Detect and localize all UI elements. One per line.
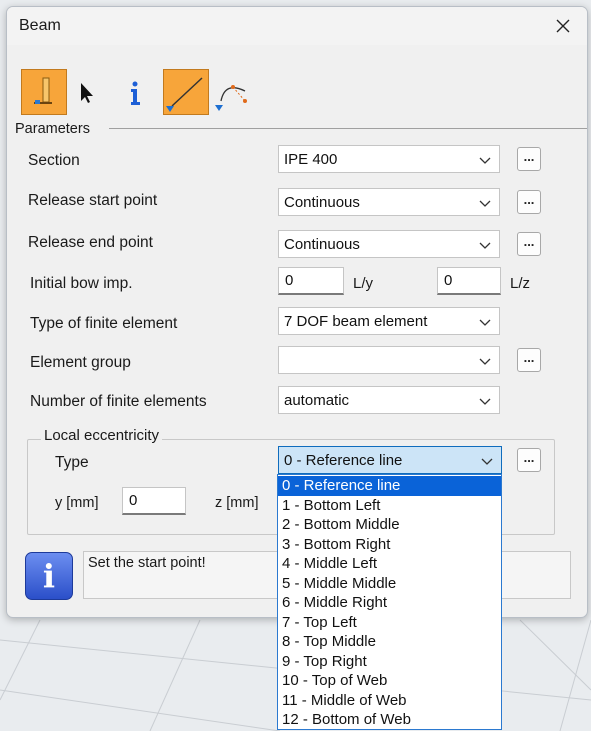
dropdown-option[interactable]: 8 - Top Middle: [278, 632, 501, 652]
parameters-legend: Parameters: [15, 121, 90, 137]
bow-y-unit: L/y: [353, 275, 374, 292]
dropdown-option-label: 8 - Top Middle: [282, 633, 376, 650]
fe-count-label: Number of finite elements: [30, 393, 207, 410]
dropdown-option[interactable]: 10 - Top of Web: [278, 671, 501, 691]
chevron-down-icon: [479, 157, 491, 164]
fe-count-combo[interactable]: automatic: [278, 386, 500, 414]
release-start-label: Release start point: [28, 192, 158, 209]
eccentricity-type-label: Type: [55, 454, 89, 471]
dropdown-option-label: 1 - Bottom Left: [282, 496, 381, 514]
message-text: Set the start point!: [88, 555, 206, 571]
element-group-label: Element group: [30, 354, 131, 371]
info-message-icon: i: [25, 552, 73, 600]
beam-tool-icon[interactable]: [21, 69, 67, 115]
dropdown-option-label: 2 - Bottom Middle: [282, 516, 400, 533]
dropdown-option[interactable]: 0 - Reference line: [278, 476, 501, 496]
chevron-down-icon: [479, 358, 491, 365]
dropdown-option-label: 10 - Top of Web: [282, 672, 388, 689]
section-value: IPE 400: [284, 151, 338, 168]
section-combo[interactable]: IPE 400: [278, 145, 500, 173]
section-label: Section: [28, 152, 80, 169]
select-arrow-icon[interactable]: [77, 81, 97, 105]
eccentricity-type-value: 0 - Reference line: [284, 452, 403, 469]
bow-y-input[interactable]: 0: [278, 267, 344, 295]
bow-z-input[interactable]: 0: [437, 267, 501, 295]
element-group-combo[interactable]: [278, 346, 500, 374]
ecc-z-label: z [mm]: [215, 495, 259, 511]
dropdown-option-label: 3 - Bottom Right: [282, 535, 391, 553]
dropdown-option-label: 4 - Middle Left: [282, 555, 378, 572]
close-icon[interactable]: [553, 16, 573, 36]
fe-type-label: Type of finite element: [30, 315, 178, 332]
dropdown-option-label: 9 - Top Right: [282, 652, 367, 670]
dropdown-option-label: 0 - Reference line: [282, 477, 401, 494]
dropdown-option[interactable]: 1 - Bottom Left: [278, 496, 501, 516]
dropdown-option[interactable]: 4 - Middle Left: [278, 554, 501, 574]
dropdown-option[interactable]: 7 - Top Left: [278, 613, 501, 633]
release-end-browse-button[interactable]: ...: [517, 232, 541, 256]
chevron-down-icon: [481, 458, 493, 465]
bow-z-value: 0: [444, 272, 453, 289]
eccentricity-type-dropdown: 0 - Reference line 1 - Bottom Left 2 - Bot…: [277, 474, 502, 730]
release-end-combo[interactable]: Continuous: [278, 230, 500, 258]
release-start-value: Continuous: [284, 194, 360, 211]
dropdown-option[interactable]: 6 - Middle Right: [278, 593, 501, 613]
eccentricity-browse-button[interactable]: ...: [517, 448, 541, 472]
initial-bow-label: Initial bow imp.: [30, 275, 133, 292]
window-title: Beam: [19, 17, 61, 34]
dropdown-option-label: 11 - Middle of Web: [282, 691, 407, 709]
release-start-browse-button[interactable]: ...: [517, 190, 541, 214]
dropdown-option-label: 12 - Bottom of Web: [282, 711, 411, 728]
dropdown-option[interactable]: 2 - Bottom Middle: [278, 515, 501, 535]
straight-beam-icon[interactable]: [163, 69, 209, 115]
dropdown-option[interactable]: 5 - Middle Middle: [278, 574, 501, 594]
eccentricity-type-combo[interactable]: 0 - Reference line: [278, 446, 502, 474]
ecc-y-label: y [mm]: [55, 495, 99, 511]
dropdown-option-label: 5 - Middle Middle: [282, 574, 397, 592]
chevron-down-icon: [479, 242, 491, 249]
parameters-divider: [109, 128, 587, 129]
ecc-y-value: 0: [129, 492, 138, 509]
dropdown-option-label: 6 - Middle Right: [282, 594, 388, 611]
eccentricity-legend: Local eccentricity: [41, 427, 163, 444]
chevron-down-icon: [479, 319, 491, 326]
section-browse-button[interactable]: ...: [517, 147, 541, 171]
ecc-y-input[interactable]: 0: [122, 487, 186, 515]
dropdown-option[interactable]: 12 - Bottom of Web: [278, 710, 501, 730]
dropdown-option[interactable]: 11 - Middle of Web: [278, 691, 501, 711]
release-end-value: Continuous: [284, 236, 360, 253]
bow-y-value: 0: [285, 272, 294, 289]
arc-beam-icon[interactable]: [215, 75, 251, 111]
release-end-label: Release end point: [28, 234, 153, 251]
fe-type-combo[interactable]: 7 DOF beam element: [278, 307, 500, 335]
dropdown-option[interactable]: 3 - Bottom Right: [278, 535, 501, 555]
chevron-down-icon: [479, 398, 491, 405]
fe-type-value: 7 DOF beam element: [284, 313, 428, 330]
bow-z-unit: L/z: [510, 275, 531, 292]
fe-count-value: automatic: [284, 392, 350, 409]
info-icon[interactable]: [125, 79, 145, 107]
chevron-down-icon: [479, 200, 491, 207]
dropdown-option-label: 7 - Top Left: [282, 613, 357, 631]
dropdown-option[interactable]: 9 - Top Right: [278, 652, 501, 672]
element-group-browse-button[interactable]: ...: [517, 348, 541, 372]
release-start-combo[interactable]: Continuous: [278, 188, 500, 216]
title-bar: Beam: [7, 7, 587, 45]
